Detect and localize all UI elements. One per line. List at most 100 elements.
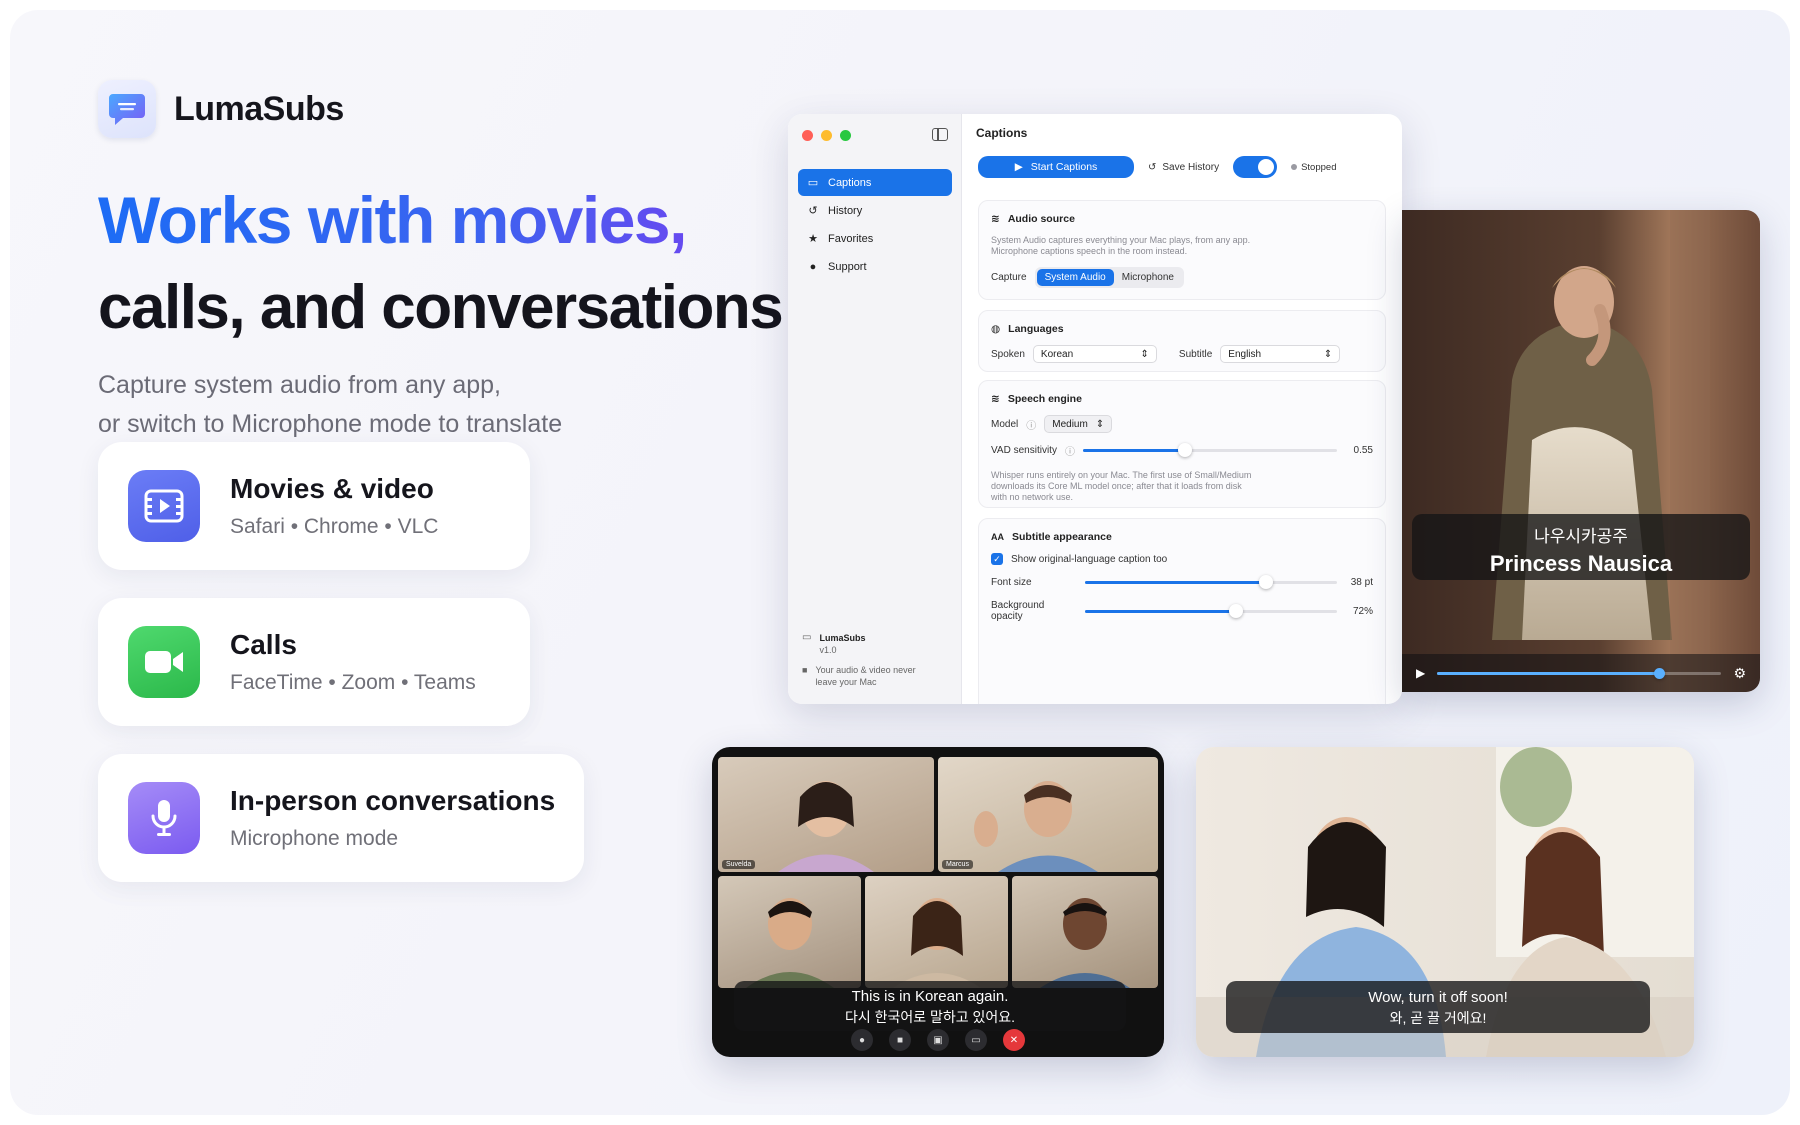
subtitle-appearance-card: AA Subtitle appearance ✓ Show original-la… [978,518,1386,704]
sidebar-footer: ▭ LumaSubs v1.0 ■ Your audio & video nev… [802,632,952,688]
spoken-language-select[interactable]: Korean ⇕ [1032,345,1157,363]
capture-option-system-audio[interactable]: System Audio [1036,269,1114,286]
close-window-button[interactable] [802,130,813,141]
window-title: Captions [976,126,1028,140]
spoken-label: Spoken [991,348,1025,360]
call-caption-box: This is in Korean again. 다시 한국어로 말하고 있어요… [734,981,1126,1031]
subtitle-language-select[interactable]: English ⇕ [1220,345,1341,363]
video-call-screen: Suvelda Marcus This is in Korean again. … [712,747,1164,1057]
show-original-label: Show original-language caption too [1011,553,1168,565]
feature-card-movies: Movies & video Safari • Chrome • VLC [98,442,530,570]
call-controls: ● ■ ▣ ▭ ✕ [712,1029,1164,1051]
play-icon: ▶ [1014,161,1023,173]
camera-off-icon[interactable]: ■ [889,1029,911,1051]
sidebar-item-captions[interactable]: ▭ Captions [798,169,952,196]
card-title: Subtitle appearance [1012,531,1112,543]
font-size-label: Font size [991,577,1032,588]
spoken-language-value: Korean [1040,348,1074,360]
app-logo-small-icon: ▭ [802,632,812,643]
feature-title: In-person conversations [230,785,556,816]
start-captions-button[interactable]: ▶ Start Captions [978,156,1134,178]
caption-original: 와, 곧 끌 거에요! [1389,1010,1487,1026]
show-original-checkbox[interactable]: ✓ [991,553,1003,565]
card-title: Speech engine [1007,393,1082,405]
capture-label: Capture [991,272,1027,283]
vad-slider[interactable] [1082,443,1337,457]
participant-image [746,898,834,988]
model-label: Model [991,418,1019,430]
app-logo-icon [98,80,156,138]
sidebar-item-favorites[interactable]: ★ Favorites [798,225,952,252]
film-icon [128,470,200,542]
slider-fill [1085,581,1267,584]
gear-icon[interactable]: ⚙ [1733,665,1746,682]
model-value: Medium [1052,418,1088,430]
conversation-photo: Wow, turn it off soon! 와, 곧 끌 거에요! [1196,747,1694,1057]
font-size-slider[interactable] [1085,575,1337,589]
slider-knob[interactable] [1229,603,1244,618]
sidebar-toggle-icon[interactable] [932,128,948,141]
card-title: Languages [1008,323,1064,335]
microphone-icon[interactable]: ● [851,1029,873,1051]
chevron-updown-icon: ⇕ [1140,348,1149,360]
feature-apps: FaceTime • Zoom • Teams [230,671,476,694]
sidebar-item-support[interactable]: ● Support [798,253,952,280]
playback-scrubber[interactable] [1437,667,1722,679]
save-history-toggle[interactable] [1233,156,1278,178]
slider-knob[interactable] [1653,667,1665,679]
capture-option-microphone[interactable]: Microphone [1114,269,1182,286]
bg-opacity-label: Background opacity [991,600,1045,622]
subtitle-label: Subtitle [1178,348,1213,360]
status-dot [1291,164,1298,170]
waveform-icon: ≋ [991,213,1000,225]
minimize-window-button[interactable] [821,130,832,141]
save-history-label: Save History [1162,161,1220,173]
privacy-note: Your audio & video never leave your Mac [815,665,916,687]
brand: LumaSubs [98,80,344,138]
feature-title: Movies & video [230,473,434,504]
card-title: Audio source [1007,213,1075,225]
sidebar-item-label: Favorites [828,232,874,245]
headline-line-1: Works with movies, [98,178,782,262]
slider-knob[interactable] [1177,443,1192,457]
headline: Works with movies, calls, and conversati… [98,178,784,354]
feature-card-calls: Calls FaceTime • Zoom • Teams [98,598,530,726]
speech-engine-hint-2: downloads its Core ML model once; after … [991,481,1242,491]
play-icon[interactable]: ▶ [1416,666,1425,680]
vad-label: VAD sensitivity [991,445,1057,456]
caption-translated: This is in Korean again. [851,988,1009,1005]
end-call-icon[interactable]: ✕ [1003,1029,1025,1051]
status-indicator: Stopped [1291,162,1336,173]
screen-share-icon[interactable]: ▭ [965,1029,987,1051]
speech-engine-hint-1: Whisper runs entirely on your Mac. The f… [991,470,1252,480]
zoom-window-button[interactable] [840,130,851,141]
window-controls [802,130,851,141]
caption-icon: ▭ [807,177,819,189]
info-icon[interactable]: ⓘ [1065,443,1075,458]
speech-engine-hint-3: with no network use. [991,492,1074,502]
video-camera-icon[interactable]: ▣ [927,1029,949,1051]
painting-image [1402,210,1760,692]
bg-opacity-value: 72% [1352,605,1373,617]
caption-translated: Wow, turn it off soon! [1368,989,1508,1006]
slider-knob[interactable] [1259,575,1274,589]
sidebar-item-history[interactable]: ↺ History [798,197,952,224]
brand-name: LumaSubs [174,89,344,128]
save-history-control: ↺ Save History [1148,162,1219,173]
history-icon: ↺ [1148,161,1157,173]
waveform-icon: ≋ [991,393,1000,405]
bg-opacity-slider[interactable] [1085,603,1337,618]
sidebar-item-label: Captions [828,176,872,189]
info-icon[interactable]: ⓘ [1026,417,1036,432]
headline-line-2: calls, and conversations [98,273,784,342]
feature-title: Calls [230,629,297,660]
model-select[interactable]: Medium ⇕ [1044,415,1113,433]
hero-canvas: LumaSubs Works with movies, calls, and c… [10,10,1790,1115]
participant-tile [718,876,861,988]
movie-player: 나우시카공주 Princess Nausica ▶ ⚙ [1402,210,1760,692]
history-icon: ↺ [808,205,818,217]
slider-fill [1085,609,1237,613]
vad-value: 0.55 [1353,445,1373,456]
slider-fill [1082,449,1185,452]
footer-app-name: LumaSubs [819,633,866,643]
